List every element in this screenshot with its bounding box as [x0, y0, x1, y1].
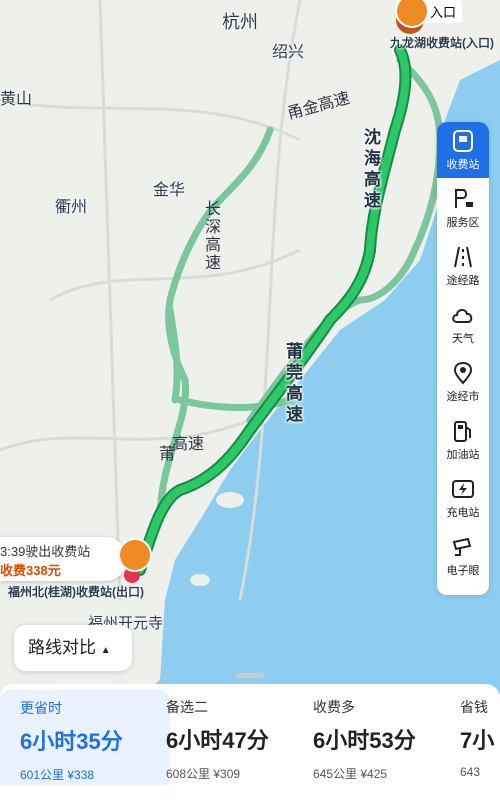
- end-toll-label[interactable]: 福州北(桂湖)收费站(出口): [8, 583, 144, 600]
- end-fee-text: 收费338元: [0, 563, 61, 578]
- road-putong-label: 莆莞高速: [283, 342, 302, 426]
- camera-icon: [452, 537, 472, 556]
- toolbar-item-camera[interactable]: 电子眼: [437, 528, 489, 584]
- city-jinhua-label: 金华: [153, 182, 186, 199]
- location-icon: [453, 361, 473, 385]
- entry-badge: 入口: [424, 0, 463, 23]
- end-toll-popup[interactable]: 3:39驶出收费站 收费338元: [0, 537, 127, 581]
- city-quzhou-label: 衢州: [55, 199, 88, 216]
- road-icon: [454, 246, 472, 268]
- cloud-icon: [452, 309, 473, 323]
- toolbar-item-charge[interactable]: 充电站: [437, 470, 489, 526]
- route-compare-button[interactable]: 路线对比 ▲: [14, 625, 132, 671]
- caret-up-icon: ▲: [100, 645, 111, 656]
- city-huangshan-label: 黄山: [0, 91, 33, 108]
- toolbar-item-gas[interactable]: 加油站: [437, 412, 489, 468]
- road-pu-label: 莆: [156, 445, 173, 463]
- start-toll-label[interactable]: 九龙湖收费站(入口): [390, 34, 494, 51]
- toolbar-item-roads[interactable]: 途经路: [437, 238, 489, 294]
- end-toll-icon[interactable]: [118, 538, 152, 572]
- toll-icon: [453, 130, 473, 152]
- route-option-1[interactable]: 更省时 6小时35分 601公里 ¥338: [0, 690, 170, 785]
- route-option-3[interactable]: 收费多 6小时53分 645公里 ¥425: [313, 697, 463, 782]
- city-hangzhou-label: 杭州: [222, 12, 258, 32]
- toolbar-item-toll[interactable]: 收费站: [437, 122, 489, 178]
- panel-drag-handle[interactable]: [236, 673, 264, 678]
- road-changshen-label: 长深高速: [202, 200, 219, 272]
- parking-icon: [455, 189, 473, 208]
- road-gaosu-label: 高速: [172, 436, 205, 453]
- route-option-4[interactable]: 省钱 7小 643: [460, 697, 500, 779]
- exit-time-text: 3:39驶出收费站: [0, 544, 91, 559]
- city-shaoxing-label: 绍兴: [272, 44, 305, 61]
- toolbar-item-service[interactable]: 服务区: [437, 180, 489, 236]
- route-option-2[interactable]: 备选二 6小时47分 608公里 ¥309: [166, 697, 316, 782]
- gas-icon: [454, 421, 471, 442]
- road-shenhai-label: 沈海高速: [361, 128, 380, 212]
- poi-toolbar: 收费站 服务区 途经路 天气 途经市 加油站 充电站 电子眼: [437, 122, 489, 595]
- toolbar-item-city[interactable]: 途经市: [437, 354, 489, 410]
- toolbar-item-weather[interactable]: 天气: [437, 296, 489, 352]
- lightning-icon: [452, 480, 474, 498]
